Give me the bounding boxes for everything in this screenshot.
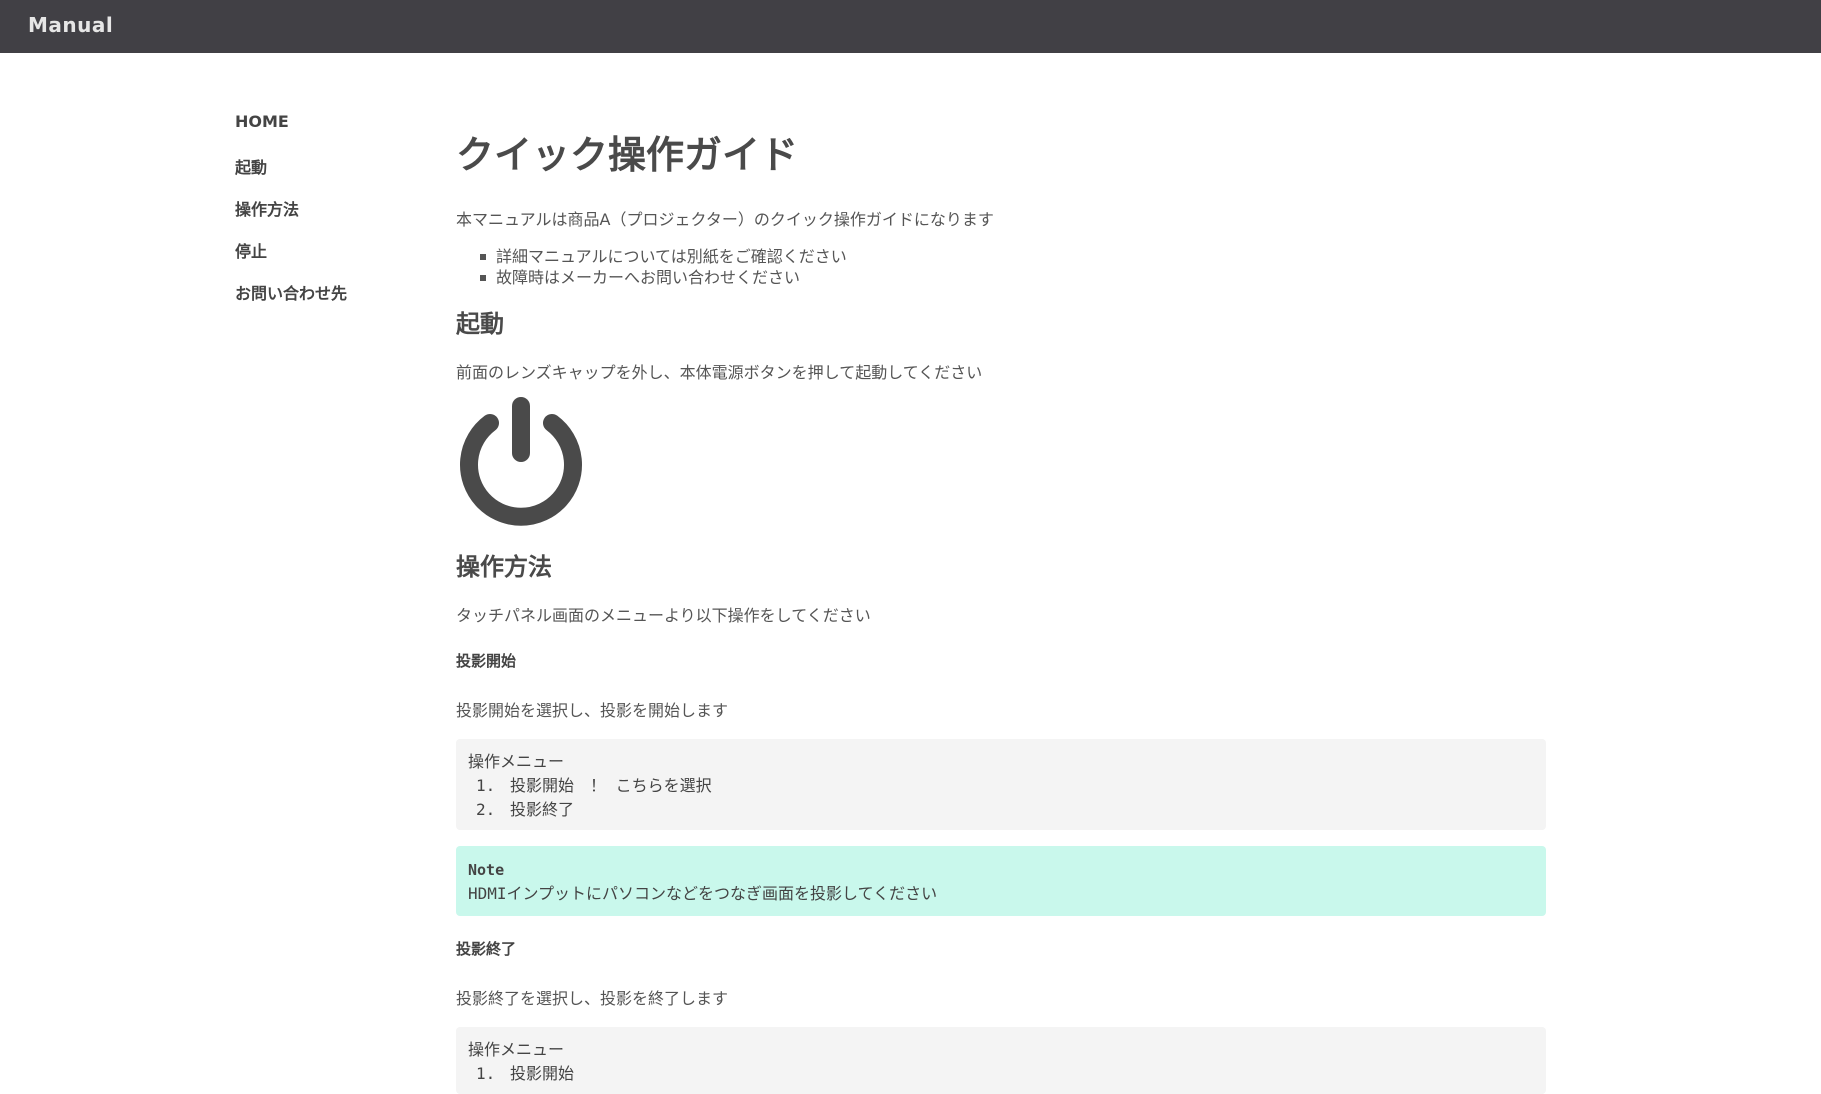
menu-item-label: 投影終了 xyxy=(510,800,575,819)
projection-end-description: 投影終了を選択し、投影を終了します xyxy=(456,989,729,1008)
menu-list: 1. 投影開始 ！ こちらを選択 2. 投影終了 xyxy=(468,774,1534,822)
page-title: クイック操作ガイド xyxy=(456,133,799,177)
power-icon xyxy=(460,397,582,526)
list-item: 1. 投影開始 xyxy=(468,1062,1534,1086)
section-heading-operation: 操作方法 xyxy=(456,553,552,581)
note-text: HDMIインプットにパソコンなどをつなぎ画面を投影してください xyxy=(468,884,938,903)
intro-text: 本マニュアルは商品A（プロジェクター）のクイック操作ガイドになります xyxy=(456,210,994,229)
list-number: 2. xyxy=(476,800,496,819)
sidebar-item-home[interactable]: HOME xyxy=(235,112,435,154)
sidebar: HOME 起動 操作方法 停止 お問い合わせ先 xyxy=(235,112,435,322)
top-navbar: Manual xyxy=(0,0,1821,53)
menu-item-label: 投影開始 ！ こちらを選択 xyxy=(510,776,712,795)
menu-code-block-end: 操作メニュー 1. 投影開始 xyxy=(456,1027,1546,1094)
menu-list: 1. 投影開始 xyxy=(468,1062,1534,1086)
subheading-projection-end: 投影終了 xyxy=(456,940,517,958)
list-item: 故障時はメーカーへお問い合わせください xyxy=(480,267,1546,288)
list-number: 1. xyxy=(476,1064,496,1083)
subheading-projection-start: 投影開始 xyxy=(456,652,517,670)
menu-item-label: 投影開始 xyxy=(510,1064,575,1083)
brand-title[interactable]: Manual xyxy=(28,13,113,37)
sidebar-item-operation[interactable]: 操作方法 xyxy=(235,196,435,238)
projection-start-description: 投影開始を選択し、投影を開始します xyxy=(456,701,729,720)
list-number: 1. xyxy=(476,776,496,795)
operation-description: タッチパネル画面のメニューより以下操作をしてください xyxy=(456,606,871,625)
menu-title: 操作メニュー xyxy=(468,1040,565,1059)
section-heading-startup: 起動 xyxy=(456,310,504,338)
menu-code-block-start: 操作メニュー 1. 投影開始 ！ こちらを選択 2. 投影終了 xyxy=(456,739,1546,830)
sidebar-item-startup[interactable]: 起動 xyxy=(235,154,435,196)
note-box: Note HDMIインプットにパソコンなどをつなぎ画面を投影してください xyxy=(456,846,1546,916)
sidebar-item-contact[interactable]: お問い合わせ先 xyxy=(235,280,435,322)
list-item: 1. 投影開始 ！ こちらを選択 xyxy=(468,774,1534,798)
sidebar-item-stop[interactable]: 停止 xyxy=(235,238,435,280)
list-item: 詳細マニュアルについては別紙をご確認ください xyxy=(480,246,1546,267)
note-title: Note xyxy=(468,861,505,879)
menu-title: 操作メニュー xyxy=(468,752,565,771)
main-content: クイック操作ガイド 本マニュアルは商品A（プロジェクター）のクイック操作ガイドに… xyxy=(456,124,1546,1094)
intro-bullet-list: 詳細マニュアルについては別紙をご確認ください 故障時はメーカーへお問い合わせくだ… xyxy=(456,246,1546,288)
startup-description: 前面のレンズキャップを外し、本体電源ボタンを押して起動してください xyxy=(456,363,983,382)
list-item: 2. 投影終了 xyxy=(468,798,1534,822)
